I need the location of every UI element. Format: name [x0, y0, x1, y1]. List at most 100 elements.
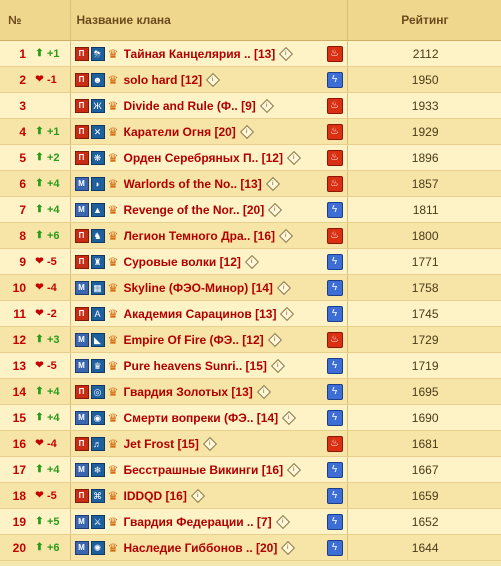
- clan-info-icon[interactable]: i: [244, 254, 259, 269]
- clan-info-icon[interactable]: i: [256, 384, 271, 399]
- rank-change: ⬆ +1: [34, 126, 59, 138]
- clan-emblem-icon[interactable]: ❄: [90, 462, 105, 477]
- clan-emblem-icon[interactable]: ◎: [90, 384, 105, 399]
- clan-name-link[interactable]: Гвардия Золотых [13]: [124, 385, 253, 399]
- clan-info-icon[interactable]: i: [265, 176, 280, 191]
- clan-name-link[interactable]: Наследие Гиббонов .. [20]: [124, 541, 278, 555]
- rank-change-value: +4: [47, 177, 60, 190]
- rank-cell: 14 ⬆ +4: [0, 378, 71, 405]
- header-clan-name[interactable]: Название клана: [70, 0, 348, 41]
- clan-info-icon[interactable]: i: [286, 150, 302, 165]
- fire-element-icon: ♨: [326, 150, 343, 166]
- clan-name-link[interactable]: Каратели Огня [20]: [124, 125, 236, 139]
- rank-change: ❤ -5: [34, 359, 57, 372]
- rank-change-value: -5: [47, 489, 57, 502]
- server-badge-icon: П: [74, 384, 89, 399]
- clan-emblem-icon[interactable]: ✺: [90, 540, 105, 555]
- clan-name-link[interactable]: Divide and Rule (Ф.. [9]: [124, 99, 256, 113]
- clan-info-icon[interactable]: i: [275, 514, 290, 529]
- clan-name-link[interactable]: Revenge of the Nor.. [20]: [124, 203, 265, 217]
- clan-emblem-icon[interactable]: ♛: [90, 358, 105, 373]
- clan-name-link[interactable]: IDDQD [16]: [124, 489, 187, 503]
- server-badge-icon: П: [74, 72, 89, 87]
- rank-cell: 1 ⬆ +1: [0, 40, 71, 67]
- clan-emblem-icon[interactable]: ♜: [90, 254, 105, 269]
- clan-name-link[interactable]: Бесстрашные Викинги [16]: [124, 463, 284, 477]
- clan-emblem-icon[interactable]: ⛈: [90, 46, 105, 61]
- clan-name-link[interactable]: Тайная Канцелярия .. [13]: [124, 47, 276, 61]
- clan-name-link[interactable]: Смерти вопреки (ФЭ.. [14]: [124, 411, 279, 425]
- clan-emblem-icon[interactable]: A: [90, 306, 105, 321]
- rating-value: 1695: [347, 378, 501, 405]
- clan-emblem-icon[interactable]: ⚔: [90, 514, 105, 529]
- clan-name-link[interactable]: Легион Темного Дра.. [16]: [124, 229, 275, 243]
- rank-change: ❤ -4: [34, 282, 56, 294]
- crown-icon: ♛: [107, 98, 119, 113]
- clan-emblem-icon[interactable]: ⌘: [90, 488, 105, 503]
- lightning-element-icon: ϟ: [326, 514, 343, 530]
- rank-change-value: -5: [47, 359, 57, 372]
- server-badge-icon: П: [74, 254, 89, 269]
- clan-emblem-icon[interactable]: ☻: [90, 72, 105, 87]
- clan-info-icon[interactable]: i: [190, 488, 205, 503]
- clan-name-link[interactable]: Суровые волки [12]: [124, 255, 241, 269]
- table-row: 7 ⬆ +4 М ▲ ♛ Revenge of the Nor.. [20] i ϟ 1811: [0, 196, 501, 223]
- clan-info-icon[interactable]: i: [206, 72, 221, 87]
- lightning-element-icon: ϟ: [326, 72, 343, 88]
- clan-info-icon[interactable]: i: [278, 228, 294, 243]
- clan-name-link[interactable]: Гвардия Федерации .. [7]: [124, 515, 272, 529]
- table-row: 8 ⬆ +6 П ♞ ♛ Легион Темного Дра.. [16] i ♨ 1800: [0, 222, 501, 249]
- header-rating[interactable]: Рейтинг: [347, 0, 501, 41]
- clan-emblem-icon[interactable]: ❋: [90, 150, 105, 165]
- clan-info-icon[interactable]: i: [287, 462, 302, 477]
- lightning-element-icon: ϟ: [326, 410, 343, 426]
- clan-info-icon[interactable]: i: [202, 436, 217, 451]
- clan-emblem-icon[interactable]: ♬: [90, 436, 105, 451]
- clan-info-icon[interactable]: i: [276, 280, 291, 295]
- rank-change-value: +4: [47, 463, 60, 476]
- clan-name-link[interactable]: Skyline (ФЭО-Минор) [14]: [124, 281, 273, 295]
- clan-name-link[interactable]: Jet Frost [15]: [124, 437, 199, 451]
- header-number[interactable]: №: [0, 0, 71, 41]
- rank-cell: 17 ⬆ +4: [0, 456, 71, 483]
- clan-emblem-icon[interactable]: ▦: [90, 280, 105, 295]
- clan-emblem-icon[interactable]: ✕: [90, 124, 105, 139]
- clan-emblem-icon[interactable]: ▲: [90, 202, 105, 217]
- clan-info-icon[interactable]: i: [281, 540, 296, 555]
- arrow-up-icon: ⬆: [35, 412, 44, 423]
- clan-emblem-icon[interactable]: ♞: [90, 228, 105, 243]
- clan-cell: П ◎ ♛ Гвардия Золотых [13] i ϟ: [70, 378, 348, 405]
- clan-info-icon[interactable]: i: [282, 410, 297, 425]
- clan-info-icon[interactable]: i: [268, 202, 283, 217]
- clan-name-link[interactable]: Pure heavens Sunri.. [15]: [124, 359, 267, 373]
- rank-change-value: +2: [47, 151, 60, 164]
- clan-name-link[interactable]: Warlords of the No.. [13]: [124, 177, 262, 191]
- heart-down-icon: ❤: [35, 256, 44, 267]
- clan-name-link[interactable]: Орден Серебряных П.. [12]: [124, 151, 283, 165]
- arrow-up-icon: ⬆: [35, 230, 44, 241]
- rank-cell: 19 ⬆ +5: [0, 508, 71, 535]
- rating-value: 1690: [347, 404, 501, 431]
- clan-info-icon[interactable]: i: [239, 124, 254, 139]
- rating-value: 1857: [347, 170, 501, 197]
- clan-info-icon[interactable]: i: [280, 306, 295, 321]
- clan-info-icon[interactable]: i: [267, 332, 282, 347]
- clan-emblem-icon[interactable]: ◣: [90, 332, 105, 347]
- clan-info-icon[interactable]: i: [259, 98, 274, 113]
- rating-value: 1800: [347, 222, 501, 249]
- clan-info-icon[interactable]: i: [279, 46, 294, 61]
- clan-name-link[interactable]: solo hard [12]: [124, 73, 203, 87]
- clan-info-icon[interactable]: i: [270, 358, 285, 373]
- table-row: 6 ⬆ +4 М ◗ ♛ Warlords of the No.. [13] i ♨ 1857: [0, 170, 501, 197]
- clan-emblem-icon[interactable]: ◗: [90, 176, 105, 191]
- rank-place: 16: [12, 436, 26, 451]
- rank-cell: 18 ❤ -5: [0, 482, 71, 509]
- clan-cell: М ◣ ♛ Empire Of Fire (ФЭ.. [12] i ♨: [70, 326, 348, 353]
- clan-name-link[interactable]: Empire Of Fire (ФЭ.. [12]: [124, 333, 264, 347]
- rank-cell: 8 ⬆ +6: [0, 222, 71, 249]
- rank-cell: 20 ⬆ +6: [0, 534, 71, 561]
- clan-emblem-icon[interactable]: Ж: [90, 98, 105, 113]
- clan-emblem-icon[interactable]: ◉: [90, 410, 105, 425]
- clan-name-link[interactable]: Академия Сарацинов [13]: [124, 307, 277, 321]
- rating-value: 1652: [347, 508, 501, 535]
